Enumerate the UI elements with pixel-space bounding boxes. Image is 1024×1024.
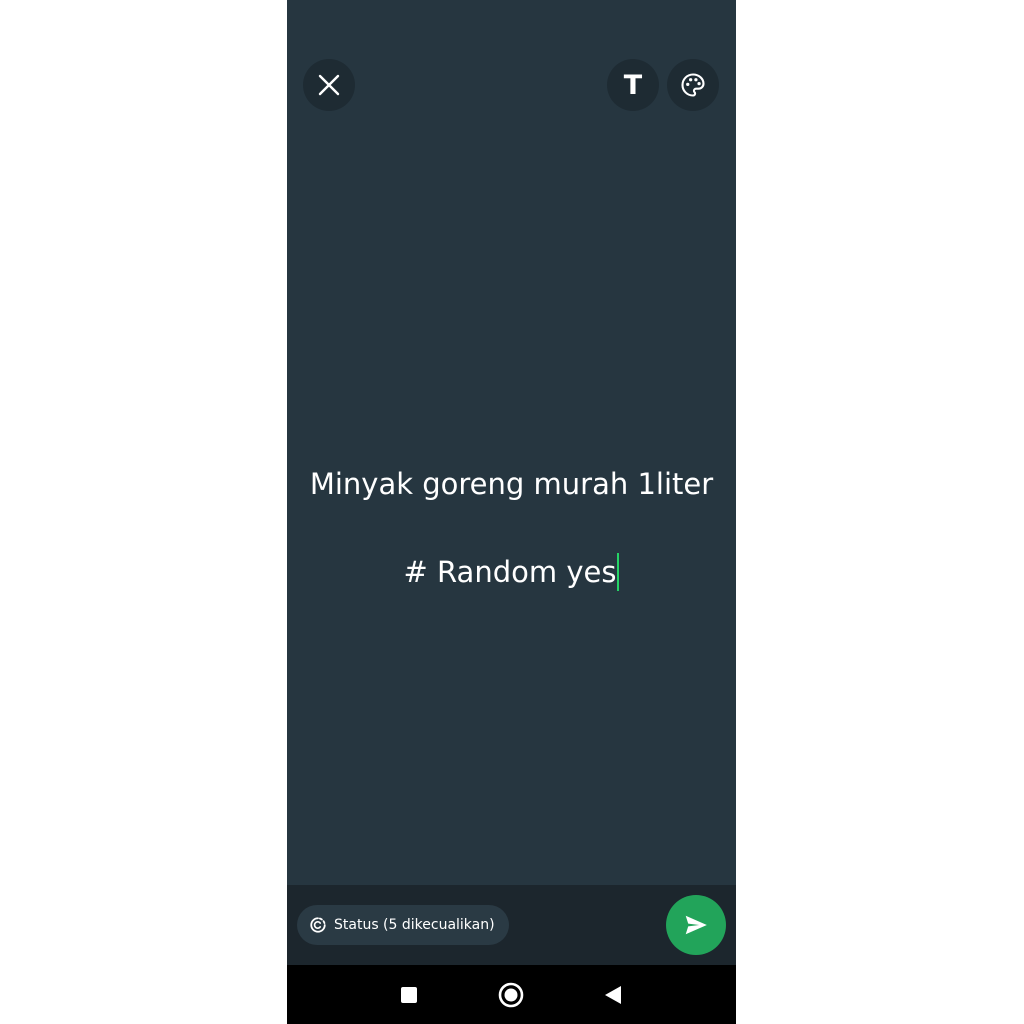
- close-button[interactable]: [303, 59, 355, 111]
- text-caret: [617, 553, 620, 591]
- status-audience-button[interactable]: Status (5 dikecualikan): [297, 905, 509, 945]
- back-button[interactable]: [583, 965, 643, 1024]
- system-navigation-bar: [287, 965, 736, 1024]
- send-icon: [685, 915, 707, 935]
- send-button[interactable]: [666, 895, 726, 955]
- home-circle-icon: [498, 982, 524, 1007]
- status-text-line-2-content: # Random yes: [403, 555, 617, 589]
- back-triangle-icon: [605, 985, 621, 1004]
- recents-button[interactable]: [379, 965, 439, 1024]
- status-text-input[interactable]: Minyak goreng murah 1liter # Random yes: [287, 440, 736, 616]
- status-audience-label: Status (5 dikecualikan): [334, 917, 495, 933]
- text-style-button[interactable]: T: [607, 59, 659, 111]
- palette-icon: [681, 73, 705, 97]
- status-text-line-2: # Random yes: [287, 528, 736, 616]
- recents-square-icon: [401, 986, 417, 1003]
- home-button[interactable]: [481, 965, 541, 1024]
- status-composer-screen: T Minyak goreng murah 1liter # Random ye…: [287, 0, 736, 1024]
- privacy-ring-icon: [310, 917, 326, 933]
- close-icon: [318, 74, 340, 96]
- background-color-button[interactable]: [667, 59, 719, 111]
- status-text-line-1: Minyak goreng murah 1liter: [309, 467, 714, 501]
- text-format-icon: T: [623, 69, 643, 101]
- composer-bottom-bar: Status (5 dikecualikan): [287, 885, 736, 965]
